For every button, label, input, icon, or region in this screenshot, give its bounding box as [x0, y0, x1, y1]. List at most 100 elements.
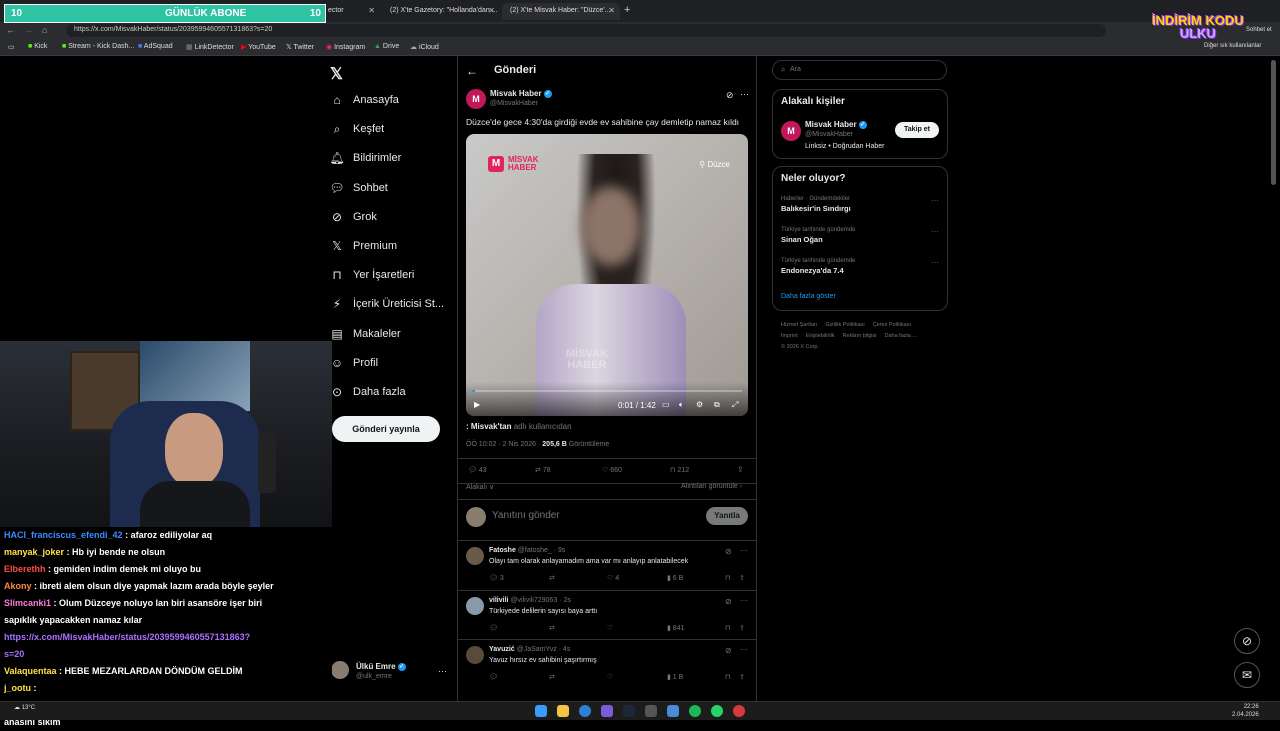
grok-icon[interactable]: ⊘ — [725, 547, 732, 556]
chat-username[interactable]: Valaquentaa — [4, 666, 57, 676]
sidebar-item-5[interactable]: 𝕏 Premium — [330, 235, 397, 257]
share-icon[interactable]: ⇪ — [739, 624, 745, 632]
bookmark-action[interactable]: ⊓ 212 — [670, 466, 689, 474]
weather-widget[interactable]: ☁ 13°C — [14, 704, 35, 711]
settings-icon[interactable]: ⚙ — [696, 400, 703, 409]
reply-avatar[interactable] — [466, 547, 484, 565]
share-icon[interactable]: ⇪ — [739, 574, 745, 582]
reply-input[interactable]: Yanıtını gönder — [492, 510, 560, 521]
bookmark-youtube[interactable]: ▶ YouTube — [241, 43, 276, 51]
bookmark-icon[interactable]: ⊓ — [725, 673, 730, 681]
bookmark-linkdetector[interactable]: ▦ LinkDetector — [186, 43, 234, 51]
like-action[interactable]: ♡ — [607, 673, 613, 681]
footer-link[interactable]: Imprint — [781, 333, 798, 339]
sidebar-item-9[interactable]: ☺ Profil — [330, 352, 378, 374]
new-tab-icon[interactable]: + — [624, 4, 630, 16]
sidebar-item-3[interactable]: 💬︎ Sohbet — [329, 177, 387, 199]
more-icon[interactable]: ··· — [740, 645, 748, 654]
account-name[interactable]: Ülkü Emre ✓ — [356, 662, 406, 671]
caption-user[interactable]: : Misvak'tan — [466, 422, 511, 431]
browser-tab-2[interactable]: (2) X'te Gazetory: "Hollanda'dan ... ✕ — [382, 3, 500, 20]
footer-link[interactable]: Daha fazla ... — [884, 333, 916, 339]
edge-icon[interactable] — [579, 705, 591, 717]
bookmark-icon[interactable]: ⊓ — [725, 574, 730, 582]
video-progress-track[interactable] — [472, 390, 742, 392]
more-icon[interactable]: ··· — [740, 596, 748, 605]
app3-icon[interactable] — [667, 705, 679, 717]
volume-icon[interactable]: 🔈︎ — [679, 400, 684, 410]
footer-link[interactable]: Gizlilik Politikası — [825, 322, 864, 328]
system-clock[interactable]: 22:26 2.04.2026 — [1232, 703, 1259, 719]
reply-name[interactable]: vilivili — [489, 597, 508, 604]
repost-action[interactable]: ⇄ 78 — [535, 466, 551, 474]
footer-link[interactable]: Hizmet Şartları — [781, 322, 817, 328]
share-icon[interactable]: ⇪ — [737, 465, 744, 474]
url-field[interactable]: https://x.com/MisvakHaber/status/2039599… — [66, 24, 1106, 37]
grok-icon[interactable]: ⊘ — [725, 646, 732, 655]
chrome-icon[interactable] — [733, 705, 745, 717]
reply-action[interactable]: 💬︎ — [489, 673, 498, 681]
reply-avatar[interactable] — [466, 596, 484, 615]
search-input[interactable]: Ara — [790, 66, 801, 73]
views-action[interactable]: ▮ 841 — [667, 624, 684, 632]
bookmark-twitter[interactable]: 𝕏 Twitter — [286, 43, 314, 51]
chat-toggle-button[interactable]: Sohbet et — [1246, 27, 1272, 33]
more-icon[interactable]: ··· — [931, 227, 939, 236]
sidebar-item-7[interactable]: ⚡︎ İçerik Üreticisi St... — [330, 293, 444, 315]
reply-name[interactable]: Yavuzić — [489, 646, 515, 653]
related-name[interactable]: Misvak Haber ✓ — [805, 120, 867, 129]
repost-action[interactable]: ⇄ — [549, 574, 555, 582]
avatar[interactable] — [331, 661, 349, 679]
pip-icon[interactable]: ⧉ — [714, 400, 720, 410]
grok-icon[interactable]: ⊘ — [725, 597, 732, 606]
start-icon[interactable] — [535, 705, 547, 717]
page-scrollbar[interactable] — [1271, 60, 1276, 185]
sidebar-item-2[interactable]: 🔔︎ Bildirimler — [329, 147, 401, 169]
app-icon[interactable] — [601, 705, 613, 717]
more-icon[interactable]: ··· — [931, 258, 939, 267]
chat-text[interactable]: s=20 — [4, 649, 24, 659]
trend-item[interactable]: Haberler · Gündemdekiler Balıkesir'in Sın… — [781, 196, 941, 213]
back-icon[interactable]: ← — [6, 25, 15, 35]
chat-username[interactable]: Slimcanki1 — [4, 598, 51, 608]
sidebar-item-6[interactable]: ⊓ Yer İşaretleri — [330, 264, 414, 286]
sidebar-item-10[interactable]: ⊙ Daha fazla — [330, 381, 406, 403]
account-more-icon[interactable]: ··· — [438, 666, 447, 676]
bookmark-adsquad[interactable]: ■ AdSquad — [138, 43, 173, 50]
footer-link[interactable]: Erişilebilirlik — [806, 333, 835, 339]
reply-submit-button[interactable]: Yanıtla — [706, 507, 748, 525]
steam-icon[interactable] — [623, 705, 635, 717]
relevant-sort[interactable]: Alakalı ∨ — [466, 483, 494, 491]
bookmark-stream[interactable]: ■ Stream - Kick Dash... — [62, 43, 134, 50]
reply-action[interactable]: 💬︎ 43 — [468, 466, 487, 474]
like-action[interactable]: ♡ — [607, 624, 613, 632]
sidebar-item-1[interactable]: ⌕ Keşfet — [330, 118, 385, 140]
footer-link[interactable]: Reklam bilgisi — [843, 333, 877, 339]
reply-action[interactable]: 💬︎ 3 — [489, 574, 504, 582]
forward-icon[interactable]: → — [24, 25, 33, 35]
app2-icon[interactable] — [645, 705, 657, 717]
sidebar-item-0[interactable]: ⌂ Anasayfa — [330, 89, 399, 111]
bookmark-icon[interactable]: ⊓ — [725, 624, 730, 632]
bookmark-apps-icon[interactable]: ▭ — [8, 43, 15, 51]
grok-icon[interactable]: ⊘ — [726, 90, 734, 101]
reply-avatar[interactable] — [466, 646, 484, 664]
views-action[interactable]: ▮ 6 B — [667, 574, 683, 582]
close-icon[interactable]: ✕ — [608, 6, 615, 15]
messages-fab-icon[interactable]: ✉ — [1234, 662, 1260, 688]
back-arrow-icon[interactable]: ← — [466, 64, 478, 78]
trend-item[interactable]: Türkiye tarihinde gündemde Endonezya'da 7… — [781, 258, 941, 275]
more-icon[interactable]: ··· — [740, 546, 748, 555]
show-more-link[interactable]: Daha fazla göster — [781, 293, 836, 300]
close-icon[interactable]: ✕ — [488, 6, 495, 15]
repost-action[interactable]: ⇄ — [549, 624, 555, 632]
reply-item[interactable]: Yavuzić @JaSamYvz · 4s Yavuz hırsız ev sa… — [457, 639, 757, 689]
share-icon[interactable]: ⇪ — [739, 673, 745, 681]
like-action[interactable]: ♡ 660 — [602, 466, 622, 474]
whatsapp-icon[interactable] — [711, 705, 723, 717]
grok-fab-icon[interactable]: ⊘ — [1234, 628, 1260, 654]
browser-tab-3-active[interactable]: (2) X'te Misvak Haber: "Düzce'... ✕ — [502, 3, 620, 20]
author-name[interactable]: Misvak Haber ✓ — [490, 89, 552, 98]
chat-username[interactable]: HACI_franciscus_efendi_42 — [4, 530, 123, 540]
bookmark-instagram[interactable]: ◉ Instagram — [326, 43, 365, 51]
